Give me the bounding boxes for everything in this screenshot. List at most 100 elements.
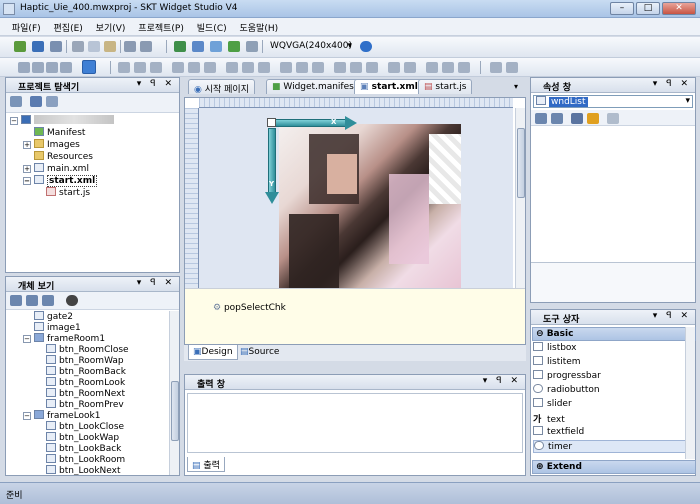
tab-widget-manifest[interactable]: ■ Widget.manifest	[266, 79, 364, 94]
device-icon[interactable]	[246, 41, 258, 52]
undo-icon[interactable]	[124, 41, 136, 52]
tool-progressbar[interactable]: progressbar	[533, 370, 601, 383]
object-item[interactable]: btn_LookNext	[46, 465, 121, 475]
align-right-icon[interactable]	[150, 62, 162, 73]
move-object-icon[interactable]	[26, 295, 38, 306]
delete-object-icon[interactable]	[42, 295, 54, 306]
align-icon[interactable]	[32, 62, 44, 73]
collapse-icon[interactable]: −	[23, 177, 31, 185]
tool-text[interactable]: 가 text	[533, 412, 565, 425]
scroll-thumb[interactable]	[517, 128, 525, 198]
minimize-button[interactable]: –	[610, 2, 634, 15]
properties-icon[interactable]	[571, 113, 583, 124]
object-select[interactable]: wndList ▾	[533, 95, 693, 108]
tool-textfield[interactable]: textfield	[533, 426, 584, 439]
editor-scrollbar[interactable]	[515, 108, 525, 288]
project-root[interactable]: −	[10, 115, 114, 127]
tool-listitem[interactable]: listitem	[533, 356, 581, 369]
panel-controls-icon[interactable]: ▾ ꟼ ✕	[137, 278, 175, 288]
expand-icon[interactable]: +	[23, 141, 31, 149]
scroll-thumb[interactable]	[171, 381, 179, 441]
menu-view[interactable]: 보기(V)	[91, 18, 131, 37]
collapse-icon[interactable]: −	[10, 117, 18, 125]
object-scrollbar[interactable]	[169, 311, 179, 475]
sort-alpha-icon[interactable]	[551, 113, 563, 124]
toolbox-scrollbar[interactable]	[685, 327, 695, 459]
center-horizontal-icon[interactable]	[388, 62, 400, 73]
panel-controls-icon[interactable]: ▾ ꟼ ✕	[483, 376, 521, 386]
align-middle-icon[interactable]	[188, 62, 200, 73]
tab-start-page[interactable]: ◉ 시작 페이지	[188, 79, 255, 95]
tab-design[interactable]: ▣Design	[188, 345, 238, 360]
refresh-icon[interactable]	[30, 96, 42, 107]
photo-image[interactable]	[279, 124, 461, 288]
categorized-icon[interactable]	[535, 113, 547, 124]
menu-build[interactable]: 빌드(C)	[192, 18, 232, 37]
open-icon[interactable]	[32, 41, 44, 52]
tree-item-resources[interactable]: Resources	[34, 151, 93, 163]
tab-list-chevron-icon[interactable]: ▾	[514, 82, 518, 91]
menu-project[interactable]: 프로젝트(P)	[133, 18, 189, 37]
tree-item-images[interactable]: + Images	[23, 139, 80, 151]
align-icon[interactable]	[60, 62, 72, 73]
space-vertical-icon[interactable]	[350, 62, 362, 73]
property-pages-icon[interactable]	[607, 113, 619, 124]
collapse-icon[interactable]: −	[23, 412, 31, 420]
tool-listbox[interactable]: listbox	[533, 342, 577, 355]
redo-icon[interactable]	[140, 41, 152, 52]
copy-icon[interactable]	[88, 41, 100, 52]
component-popselectchk[interactable]: ⚙ popSelectChk	[213, 303, 286, 313]
output-text-area[interactable]	[187, 393, 523, 453]
space-vertical-icon[interactable]	[366, 62, 378, 73]
panel-controls-icon[interactable]: ▾ ꟼ ✕	[653, 79, 691, 89]
tab-output[interactable]: ▤ 출력	[187, 457, 225, 472]
tree-item-manifest[interactable]: Manifest	[34, 127, 85, 139]
add-object-icon[interactable]	[10, 295, 22, 306]
y-axis-arrow[interactable]: Y	[265, 128, 279, 208]
select-mode-icon[interactable]	[82, 60, 96, 74]
align-center-icon[interactable]	[134, 62, 146, 73]
align-icon[interactable]	[18, 62, 30, 73]
view-icon[interactable]	[46, 96, 58, 107]
help-icon[interactable]	[360, 41, 372, 52]
tool-timer[interactable]: timer	[533, 440, 693, 453]
tab-source[interactable]: ▤Source	[236, 345, 283, 360]
tool-slider[interactable]: slider	[533, 398, 572, 411]
tree-item-start-js[interactable]: start.js	[46, 187, 90, 199]
run-icon[interactable]	[228, 41, 240, 52]
send-back-icon[interactable]	[442, 62, 454, 73]
properties-icon[interactable]	[10, 96, 22, 107]
bring-front-icon[interactable]	[426, 62, 438, 73]
build-icon[interactable]	[174, 41, 186, 52]
save-icon[interactable]	[50, 41, 62, 52]
menu-edit[interactable]: 편집(E)	[49, 18, 88, 37]
cut-icon[interactable]	[72, 41, 84, 52]
same-width-icon[interactable]	[226, 62, 238, 73]
space-horizontal-icon[interactable]	[296, 62, 308, 73]
layout-icon[interactable]	[192, 41, 204, 52]
panel-controls-icon[interactable]: ▾ ꟼ ✕	[653, 311, 691, 321]
expand-icon[interactable]: +	[23, 165, 31, 173]
align-top-icon[interactable]	[172, 62, 184, 73]
space-horizontal-icon[interactable]	[312, 62, 324, 73]
visibility-icon[interactable]	[66, 295, 78, 306]
origin-handle[interactable]	[267, 118, 276, 127]
resolution-select[interactable]: WQVGA(240x400) ▾	[268, 40, 354, 54]
tab-start-js[interactable]: ▤ start.js	[418, 79, 473, 94]
x-axis-arrow[interactable]: X	[267, 116, 359, 130]
menu-file[interactable]: 파일(F)	[7, 18, 46, 37]
new-project-icon[interactable]	[14, 41, 26, 52]
space-vertical-icon[interactable]	[334, 62, 346, 73]
align-icon[interactable]	[46, 62, 58, 73]
same-size-icon[interactable]	[258, 62, 270, 73]
panel-controls-icon[interactable]: ▾ ꟼ ✕	[137, 79, 175, 89]
tab-start-xml[interactable]: ▣ start.xml	[354, 79, 424, 94]
close-button[interactable]: ✕	[662, 2, 696, 15]
tree-item-start-xml[interactable]: − start.xml	[23, 175, 98, 187]
center-vertical-icon[interactable]	[404, 62, 416, 73]
toolbox-section-basic[interactable]: ⊖ Basic	[532, 327, 696, 341]
toolbox-section-extend[interactable]: ⊕ Extend	[532, 460, 696, 474]
lock-icon[interactable]	[506, 62, 518, 73]
space-horizontal-icon[interactable]	[280, 62, 292, 73]
order-icon[interactable]	[458, 62, 470, 73]
